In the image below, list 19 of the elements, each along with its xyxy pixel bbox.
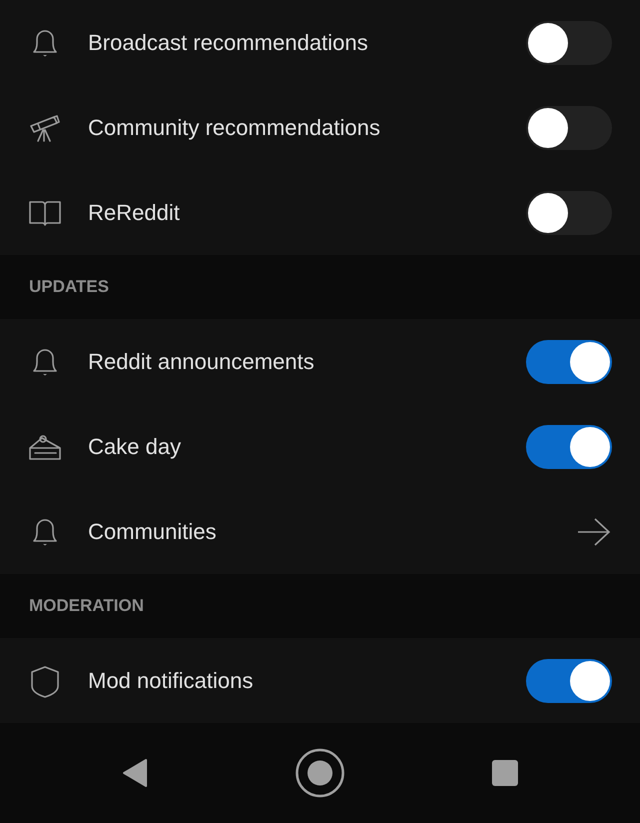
setting-label: Cake day xyxy=(88,433,182,461)
home-icon[interactable] xyxy=(294,747,346,799)
toggle-switch[interactable] xyxy=(526,20,612,64)
toggle-switch[interactable] xyxy=(526,340,612,384)
toggle-switch[interactable] xyxy=(526,190,612,234)
setting-label: ReReddit xyxy=(88,199,181,227)
setting-label: Community recommendations xyxy=(88,114,382,142)
setting-label: Broadcast recommendations xyxy=(88,29,370,57)
setting-label: Communities xyxy=(88,518,218,546)
toggle-switch[interactable] xyxy=(526,424,612,468)
toggle-switch[interactable] xyxy=(526,658,612,702)
recents-icon[interactable] xyxy=(491,759,520,787)
back-icon[interactable] xyxy=(120,758,149,788)
setting-label: Reddit announcements xyxy=(88,348,316,376)
section-header: MODERATION xyxy=(29,595,144,618)
section-header: UPDATES xyxy=(29,276,109,298)
toggle-switch[interactable] xyxy=(526,106,612,150)
setting-label: Mod notifications xyxy=(88,667,254,695)
arrow-right-icon[interactable] xyxy=(576,516,612,546)
